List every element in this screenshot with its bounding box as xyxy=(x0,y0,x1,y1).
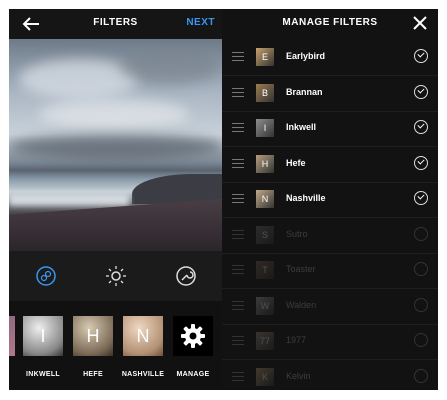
manage-label: MANAGE xyxy=(176,371,210,378)
drag-handle-icon[interactable] xyxy=(232,123,244,135)
filter-row[interactable]: T Toaster xyxy=(222,253,438,289)
filter-row[interactable]: N Nashville xyxy=(222,182,438,218)
drag-handle-icon[interactable] xyxy=(232,52,244,64)
drag-handle-icon[interactable] xyxy=(232,87,244,100)
close-icon[interactable] xyxy=(412,13,428,35)
photo-preview xyxy=(9,39,222,251)
manage-header: MANAGE FILTERS xyxy=(222,9,438,39)
filter-label-nashville: NASHVILLE xyxy=(121,371,165,378)
gear-icon xyxy=(181,324,205,348)
filter-toggle-checkbox[interactable] xyxy=(414,226,428,241)
filter-thumbnail: N xyxy=(256,190,274,208)
filter-name: Hefe xyxy=(286,157,306,168)
brightness-icon[interactable] xyxy=(104,264,128,288)
filter-thumbnail: H xyxy=(256,154,274,173)
filter-thumbnail: 77 xyxy=(256,332,274,350)
drag-handle-icon[interactable] xyxy=(232,229,244,242)
filter-label-inkwell: INKWELL xyxy=(26,371,60,378)
filter-name: Brannan xyxy=(286,86,323,97)
filter-thumbnail: T xyxy=(256,261,274,279)
manage-button[interactable] xyxy=(173,316,213,356)
filter-toggle-checkbox[interactable] xyxy=(414,333,428,347)
filter-toggle-checkbox[interactable] xyxy=(414,262,428,276)
filter-row[interactable]: H Hefe xyxy=(222,147,438,183)
filter-thumbnail: E xyxy=(256,48,274,66)
filter-toggle-checkbox[interactable] xyxy=(414,120,428,134)
drag-handle-icon[interactable] xyxy=(232,158,244,171)
filter-name: Toaster xyxy=(286,264,316,274)
filter-toggle-checkbox[interactable] xyxy=(414,297,428,312)
manage-title: MANAGE FILTERS xyxy=(282,17,378,28)
filter-name: Earlybird xyxy=(286,51,326,61)
filter-toggle-checkbox[interactable] xyxy=(414,368,428,383)
filter-toggle-checkbox[interactable] xyxy=(414,84,428,99)
filter-thumbnail: B xyxy=(256,83,274,102)
filter-name: Inkwell xyxy=(286,122,317,132)
edit-wrench-icon[interactable] xyxy=(174,264,198,288)
filter-name: Walden xyxy=(286,299,317,310)
filter-thumbnail: S xyxy=(256,225,274,244)
filter-thumb-nashville[interactable]: N xyxy=(123,316,163,356)
filter-row[interactable]: B Brannan xyxy=(222,76,438,112)
filter-row[interactable]: S Sutro xyxy=(222,218,438,254)
filter-strip: I INKWELL H HEFE N NASHVILLE MANAGE xyxy=(9,301,222,390)
manage-filters-panel: MANAGE FILTERS E Earlybird B Brannan I Inkwel… xyxy=(222,9,438,390)
filters-panel: FILTERS NEXT I INKWELL H HEFE N NASHVILL… xyxy=(9,9,222,390)
drag-handle-icon[interactable] xyxy=(232,194,244,206)
drag-handle-icon[interactable] xyxy=(232,265,244,277)
filter-row[interactable]: I Inkwell xyxy=(222,111,438,147)
filter-name: Sutro xyxy=(286,228,308,239)
filter-thumb-inkwell[interactable]: I xyxy=(23,316,63,356)
filter-name: Kelvin xyxy=(286,370,311,381)
filters-header: FILTERS NEXT xyxy=(9,9,222,39)
filter-thumbnail: I xyxy=(256,119,274,137)
app-frame: FILTERS NEXT I INKWELL H HEFE N NASHVILL… xyxy=(9,9,438,390)
filter-row[interactable]: K Kelvin xyxy=(222,360,438,391)
filter-row[interactable]: E Earlybird xyxy=(222,40,438,76)
next-button[interactable]: NEXT xyxy=(186,17,215,28)
filter-name: Nashville xyxy=(286,193,326,203)
filter-name: 1977 xyxy=(286,335,307,345)
drag-handle-icon[interactable] xyxy=(232,300,244,313)
filter-label-hefe: HEFE xyxy=(83,371,103,378)
edit-toolbar xyxy=(9,251,222,301)
filter-row[interactable]: 77 1977 xyxy=(222,324,438,360)
filter-toggle-checkbox[interactable] xyxy=(414,155,428,170)
filter-thumbnail: W xyxy=(256,296,274,315)
filter-tool-icon[interactable] xyxy=(34,264,58,288)
drag-handle-icon[interactable] xyxy=(232,371,244,384)
filter-thumbnail: K xyxy=(256,367,274,386)
filter-thumb-partial[interactable] xyxy=(9,316,15,356)
drag-handle-icon[interactable] xyxy=(232,336,244,348)
filter-toggle-checkbox[interactable] xyxy=(414,191,428,205)
filter-thumb-hefe[interactable]: H xyxy=(73,316,113,356)
filter-toggle-checkbox[interactable] xyxy=(414,49,428,63)
filter-row[interactable]: W Walden xyxy=(222,289,438,325)
